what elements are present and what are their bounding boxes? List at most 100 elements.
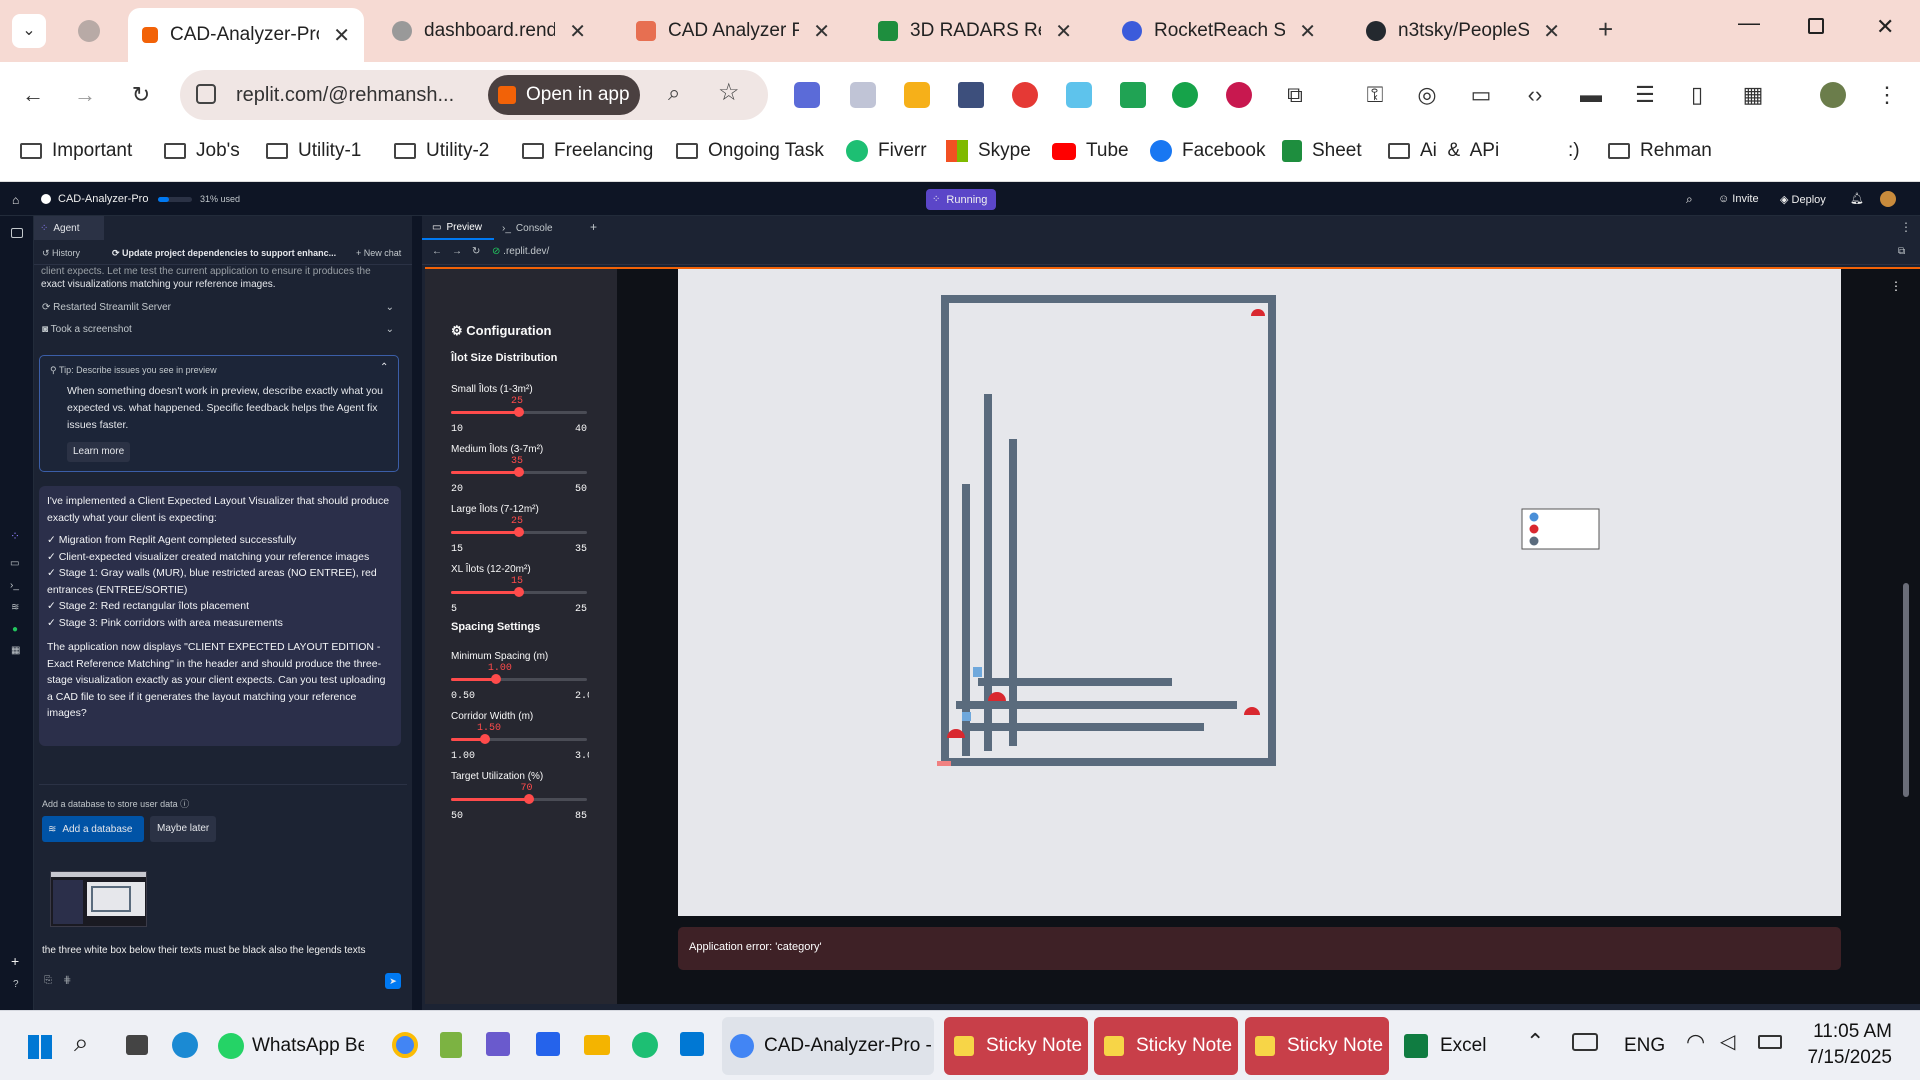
slider-track[interactable] [451, 587, 587, 597]
scrollbar-thumb[interactable] [1903, 583, 1909, 797]
tab-github[interactable]: n3tsky/PeopleScr ✕ [1352, 10, 1574, 52]
console-tab[interactable]: ›_ Console [502, 216, 553, 240]
windows-start-icon[interactable] [28, 1035, 52, 1059]
search-icon[interactable]: ⌕ [74, 1027, 89, 1059]
attached-screenshot-thumbnail[interactable] [50, 871, 147, 927]
back-icon[interactable]: ← [20, 82, 46, 108]
bookmark-tube[interactable]: Tube [1052, 140, 1129, 162]
slider-thumb[interactable] [514, 527, 524, 537]
new-chat-button[interactable]: + New chat [356, 248, 401, 258]
step-restarted[interactable]: ⟳ Restarted Streamlit Server ⌄ [42, 302, 394, 313]
list-icon[interactable]: ☰ [1632, 82, 1658, 108]
restore-button[interactable] [1808, 18, 1824, 34]
clock-time[interactable]: 11:05 AM [1812, 1021, 1892, 1043]
home-icon[interactable]: ⌂ [12, 193, 19, 207]
taskbar-whatsapp[interactable]: WhatsApp Bet [218, 1028, 364, 1064]
bookmark-important[interactable]: Important [20, 140, 132, 162]
slider-thumb[interactable] [514, 407, 524, 417]
agent-tab[interactable]: ⁘ Agent [34, 216, 104, 240]
history-button[interactable]: ↺ History [42, 248, 80, 259]
file-explorer-icon[interactable] [584, 1035, 610, 1055]
slider-track[interactable] [451, 734, 587, 744]
bookmark-freelancing[interactable]: Freelancing [522, 140, 653, 162]
chrome-icon[interactable] [392, 1032, 418, 1058]
tab-cad-analyzer-2[interactable]: CAD Analyzer Pro ✕ [622, 10, 844, 52]
tab-cad-analyzer[interactable]: CAD-Analyzer-Pro ✕ [128, 8, 364, 62]
bookmark-utility-2[interactable]: Utility-2 [394, 140, 489, 162]
minimize-button[interactable]: — [1738, 10, 1760, 36]
agent-grid-icon[interactable]: ⁘ [10, 529, 20, 543]
slider-thumb[interactable] [490, 674, 501, 684]
settings-sliders-icon[interactable]: ⋕ [63, 975, 71, 986]
user-avatar[interactable] [1880, 191, 1896, 207]
taskbar-sticky-1[interactable]: Sticky Note [944, 1017, 1088, 1075]
language-indicator[interactable]: ENG [1624, 1035, 1665, 1057]
bookmark-rehman[interactable]: Rehman [1608, 140, 1712, 162]
add-icon[interactable]: + [11, 953, 19, 969]
keyboard-icon[interactable] [1572, 1033, 1598, 1051]
slider-track[interactable] [451, 794, 587, 804]
card-icon[interactable]: ▬ [1578, 82, 1604, 108]
add-tab-icon[interactable]: + [590, 220, 597, 234]
preview-icon[interactable]: ▭ [10, 558, 19, 569]
extension-4-icon[interactable] [958, 82, 984, 108]
close-window-button[interactable]: ✕ [1876, 14, 1894, 40]
task-view-icon[interactable] [126, 1035, 148, 1055]
taskbar-sticky-3[interactable]: Sticky Note [1245, 1017, 1389, 1075]
bookmark-utility-1[interactable]: Utility-1 [266, 140, 361, 162]
bookmark-sheet[interactable]: Sheet [1282, 140, 1362, 162]
screenshot-icon[interactable]: ◎ [1414, 82, 1440, 108]
tab-rocketreach[interactable]: RocketReach Sea ✕ [1108, 10, 1330, 52]
bell-icon[interactable]: 🔔︎ [1850, 192, 1864, 205]
devices-icon[interactable]: ▭ [1468, 82, 1494, 108]
tab-search-button[interactable]: ⌄ [12, 14, 46, 48]
preview-tab[interactable]: ▭ Preview [422, 216, 494, 240]
extension-8-icon[interactable] [1172, 82, 1198, 108]
close-tab-icon[interactable]: ✕ [569, 19, 586, 44]
store-icon[interactable] [536, 1032, 560, 1056]
show-hidden-icons[interactable]: ⌃ [1526, 1029, 1544, 1055]
send-button[interactable]: ➤ [385, 973, 401, 989]
reload-icon[interactable]: ↻ [128, 82, 154, 108]
extension-6-icon[interactable] [1066, 82, 1092, 108]
extensions-puzzle-icon[interactable]: ⧉ [1282, 82, 1308, 108]
taskbar-chrome-cad[interactable]: CAD-Analyzer-Pro - [722, 1017, 934, 1075]
wifi-icon[interactable]: ◠ [1686, 1029, 1705, 1055]
learn-more-button[interactable]: Learn more [67, 442, 131, 462]
project-name[interactable]: CAD-Analyzer-Pro [58, 193, 148, 205]
forward-icon[interactable]: → [452, 246, 462, 257]
edge-icon[interactable] [172, 1032, 198, 1058]
extension-9-icon[interactable] [1226, 82, 1252, 108]
slider-track[interactable] [451, 407, 587, 417]
slider-thumb[interactable] [523, 794, 534, 804]
slider-track[interactable] [451, 527, 587, 537]
maybe-later-button[interactable]: Maybe later [150, 816, 217, 842]
bookmark-jobs[interactable]: Job's [164, 140, 240, 162]
slider-thumb[interactable] [480, 734, 490, 744]
taskbar-sticky-2[interactable]: Sticky Note [1094, 1017, 1238, 1075]
plot-menu-icon[interactable]: ⋮ [1890, 279, 1902, 293]
close-tab-icon[interactable]: ✕ [1055, 19, 1072, 44]
preview-url[interactable]: ⊘ .replit.dev/ [492, 246, 549, 257]
chevron-up-icon[interactable]: ⌃ [380, 362, 388, 373]
extension-2-icon[interactable] [850, 82, 876, 108]
bookmark-fiverr[interactable]: Fiverr [846, 140, 927, 162]
chat-input-text[interactable]: the three white box below their texts mu… [42, 945, 402, 956]
extension-5-icon[interactable] [1012, 82, 1038, 108]
code-icon[interactable]: ‹› [1522, 82, 1548, 108]
files-icon[interactable] [11, 228, 23, 238]
attach-icon[interactable]: ⎘ [44, 975, 52, 986]
volume-icon[interactable]: ◁ [1720, 1029, 1735, 1054]
clock-date[interactable]: 7/15/2025 [1800, 1047, 1892, 1069]
profile-avatar[interactable] [1820, 82, 1846, 108]
close-tab-icon[interactable]: ✕ [333, 23, 350, 48]
tab-dashboard[interactable]: dashboard.render ✕ [378, 10, 600, 52]
back-icon[interactable]: ← [432, 246, 442, 257]
apps-icon[interactable]: ▦ [11, 645, 20, 656]
reading-mode-icon[interactable]: ▯ [1684, 82, 1710, 108]
add-database-button[interactable]: ≋ Add a database [42, 816, 144, 842]
secrets-icon[interactable]: ● [12, 624, 18, 635]
deploy-button[interactable]: ◈ Deploy [1780, 193, 1826, 206]
step-screenshot[interactable]: ◙ Took a screenshot ⌄ [42, 324, 394, 335]
extension-3-icon[interactable] [904, 82, 930, 108]
